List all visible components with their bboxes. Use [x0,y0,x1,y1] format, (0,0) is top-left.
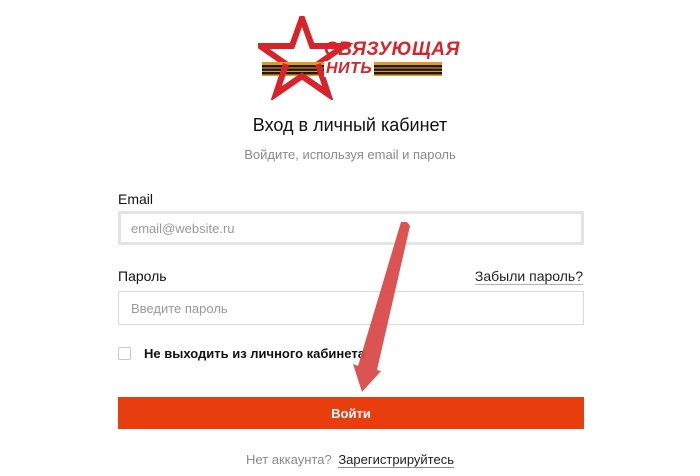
login-button[interactable]: Войти [118,397,584,429]
password-field[interactable] [118,291,584,325]
remember-me-row: Не выходить из личного кабинета [118,345,365,361]
logo-text-line1: СВЯЗУЮЩАЯ [324,39,460,60]
no-account-text: Нет аккаунта? [246,452,332,467]
forgot-password-link[interactable]: Забыли пароль? [474,268,583,285]
remember-me-label[interactable]: Не выходить из личного кабинета [144,346,365,361]
page-subtitle: Войдите, используя email и пароль [244,147,456,162]
logo-text-line2: НИТЬ [324,60,375,77]
brand-logo: СВЯЗУЮЩАЯ НИТЬ [258,16,459,100]
password-label: Пароль [118,268,167,284]
register-prompt: Нет аккаунта? Зарегистрируйтесь [0,452,700,468]
register-link[interactable]: Зарегистрируйтесь [338,452,454,468]
page-title: Вход в личный кабинет [252,115,448,135]
remember-me-checkbox[interactable] [118,346,131,360]
login-page: СВЯЗУЮЩАЯ НИТЬ Вход в личный кабинет Вой… [0,0,700,476]
email-field[interactable] [118,211,584,245]
email-label: Email [118,191,154,207]
